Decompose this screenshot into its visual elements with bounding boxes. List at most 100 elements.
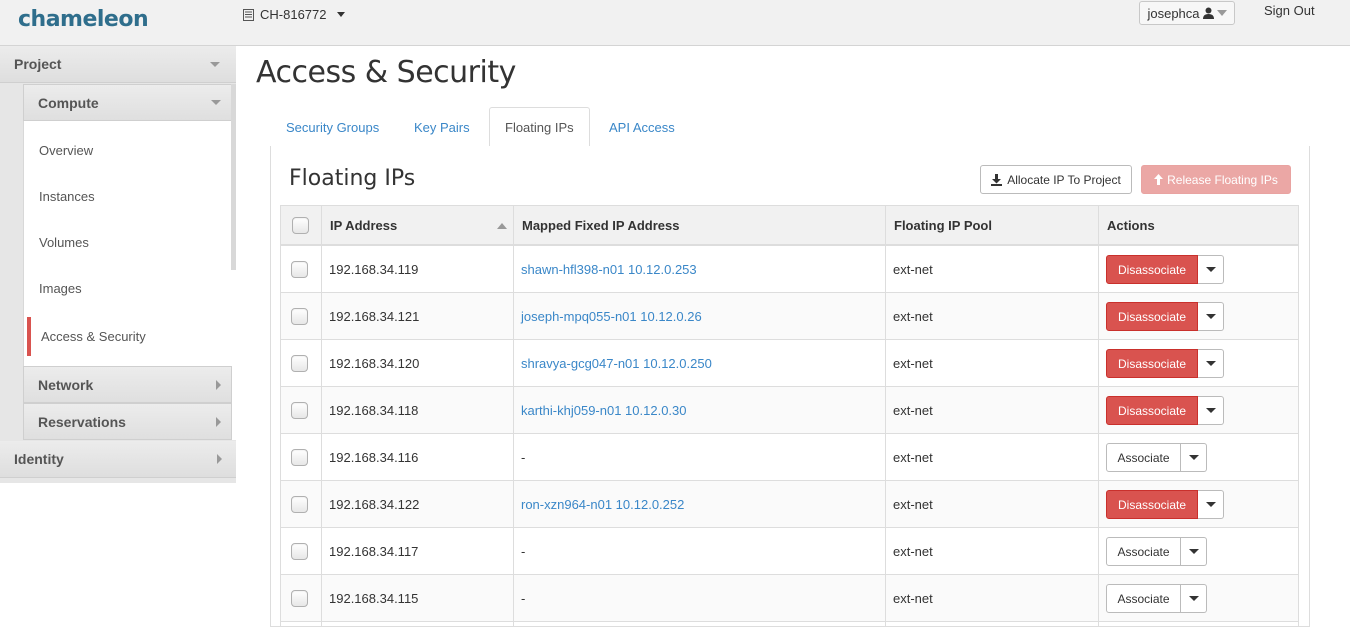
download-icon <box>991 173 1003 186</box>
mapped-fixed-ip: - <box>521 449 526 465</box>
chevron-down-icon <box>1205 361 1216 366</box>
chevron-down-icon <box>336 12 345 17</box>
mapped-fixed-ip-link[interactable]: joseph-mpq055-n01 10.12.0.26 <box>521 309 702 324</box>
sidebar-identity-header[interactable]: Identity <box>0 441 236 478</box>
sidebar-network-header[interactable]: Network <box>23 366 232 403</box>
mapped-fixed-ip-cell: shawn-hfl398-n01 10.12.0.253 <box>513 246 885 292</box>
disassociate-button[interactable]: Disassociate <box>1106 396 1198 425</box>
row-checkbox[interactable] <box>291 354 308 372</box>
row-checkbox[interactable] <box>291 495 308 513</box>
ip-address: 192.168.34.116 <box>329 449 419 465</box>
table-row: 192.168.34.118 karthi-khj059-n01 10.12.0… <box>280 387 1299 434</box>
sidebar-scrollbar[interactable] <box>231 84 236 270</box>
column-divider <box>1098 205 1099 627</box>
floating-ip-pool-cell: ext-net <box>885 340 1098 386</box>
table-row: 192.168.34.122 ron-xzn964-n01 10.12.0.25… <box>280 481 1299 528</box>
row-actions-dropdown[interactable] <box>1198 349 1224 378</box>
row-actions-dropdown[interactable] <box>1198 490 1224 519</box>
chevron-down-icon <box>1216 10 1227 16</box>
mapped-fixed-ip-link[interactable]: karthi-khj059-n01 10.12.0.30 <box>521 403 687 418</box>
floating-ip-pool: ext-net <box>893 543 933 559</box>
sidebar-reservations-label: Reservations <box>38 413 126 430</box>
chevron-down-icon <box>1205 267 1216 272</box>
mapped-fixed-ip-link[interactable]: ron-xzn964-n01 10.12.0.252 <box>521 497 684 512</box>
sidebar-item-access-security[interactable]: Access & Security <box>27 317 236 356</box>
tab-bar: Security Groups Key Pairs Floating IPs A… <box>270 107 1310 147</box>
ip-address: 192.168.34.119 <box>329 261 419 277</box>
associate-button[interactable]: Associate <box>1106 584 1181 613</box>
chameleon-logo[interactable]: chameleon <box>18 3 149 35</box>
column-divider <box>513 205 514 627</box>
disassociate-button[interactable]: Disassociate <box>1106 490 1198 519</box>
chevron-down-icon <box>1205 314 1216 319</box>
sidebar-item-images[interactable]: Images <box>39 281 82 296</box>
table-row: 192.168.34.117 - ext-net Associate <box>280 528 1299 575</box>
mapped-fixed-ip-link[interactable]: shawn-hfl398-n01 10.12.0.253 <box>521 262 697 277</box>
floating-ip-pool-cell: ext-net <box>885 293 1098 339</box>
mapped-fixed-ip: - <box>521 590 526 606</box>
floating-ip-pool: ext-net <box>893 402 933 418</box>
row-actions-dropdown[interactable] <box>1198 302 1224 331</box>
sign-out-link[interactable]: Sign Out <box>1264 3 1315 18</box>
row-select-cell <box>283 293 321 339</box>
select-all-cell <box>284 206 322 245</box>
project-switcher[interactable]: CH-816772 <box>243 7 345 22</box>
sidebar-item-label: Access & Security <box>41 329 146 344</box>
sidebar-item-instances[interactable]: Instances <box>39 189 95 204</box>
allocate-ip-button[interactable]: Allocate IP To Project <box>980 165 1132 194</box>
chevron-down-icon <box>1188 596 1199 601</box>
sidebar-compute-header[interactable]: Compute <box>23 84 232 121</box>
ip-address-cell: 192.168.34.120 <box>321 340 513 386</box>
row-actions-dropdown[interactable] <box>1181 443 1207 472</box>
sidebar-item-overview[interactable]: Overview <box>39 143 93 158</box>
panel-title: Floating IPs <box>289 166 416 191</box>
disassociate-button[interactable]: Disassociate <box>1106 302 1198 331</box>
row-checkbox[interactable] <box>291 589 308 607</box>
floating-ip-pool-cell: ext-net <box>885 528 1098 574</box>
tab-floating-ips[interactable]: Floating IPs <box>489 107 590 147</box>
tab-security-groups[interactable]: Security Groups <box>286 107 379 147</box>
select-all-checkbox[interactable] <box>292 217 309 234</box>
row-actions-dropdown[interactable] <box>1198 255 1224 284</box>
tab-key-pairs[interactable]: Key Pairs <box>414 107 470 147</box>
sidebar-project-header[interactable]: Project <box>0 46 236 83</box>
row-select-cell <box>283 528 321 574</box>
row-actions: Associate <box>1106 443 1207 472</box>
row-checkbox[interactable] <box>291 307 308 325</box>
mapped-fixed-ip-link[interactable]: shravya-gcg047-n01 10.12.0.250 <box>521 356 712 371</box>
row-checkbox[interactable] <box>291 260 308 278</box>
row-actions: Disassociate <box>1106 255 1224 284</box>
row-checkbox[interactable] <box>291 401 308 419</box>
sidebar-reservations-header[interactable]: Reservations <box>23 403 232 440</box>
release-floating-ips-button[interactable]: Release Floating IPs <box>1141 165 1291 194</box>
row-actions-dropdown[interactable] <box>1181 537 1207 566</box>
floating-ip-pool-cell: ext-net <box>885 575 1098 621</box>
row-actions: Associate <box>1106 584 1207 613</box>
ip-address: 192.168.34.122 <box>329 496 420 512</box>
arrow-up-icon <box>1154 174 1164 185</box>
mapped-fixed-ip: - <box>521 543 526 559</box>
sidebar-network-label: Network <box>38 376 94 393</box>
disassociate-button[interactable]: Disassociate <box>1106 349 1198 378</box>
row-actions-dropdown[interactable] <box>1181 584 1207 613</box>
user-menu-button[interactable]: josephca <box>1139 1 1235 25</box>
chevron-down-icon <box>210 62 220 67</box>
sidebar-item-volumes[interactable]: Volumes <box>39 235 89 250</box>
logo-wordmark: chameleon <box>18 6 149 32</box>
mapped-fixed-ip-cell: karthi-khj059-n01 10.12.0.30 <box>513 387 885 433</box>
associate-button[interactable]: Associate <box>1106 537 1181 566</box>
disassociate-button[interactable]: Disassociate <box>1106 255 1198 284</box>
row-checkbox[interactable] <box>291 542 308 560</box>
table-row: 192.168.34.119 shawn-hfl398-n01 10.12.0.… <box>280 246 1299 293</box>
header-ip-address[interactable]: IP Address <box>322 206 514 245</box>
row-actions: Disassociate <box>1106 396 1224 425</box>
row-actions-dropdown[interactable] <box>1198 396 1224 425</box>
tab-api-access[interactable]: API Access <box>609 107 675 147</box>
table-row: 192.168.34.121 joseph-mpq055-n01 10.12.0… <box>280 293 1299 340</box>
associate-button[interactable]: Associate <box>1106 443 1181 472</box>
row-checkbox[interactable] <box>291 448 308 466</box>
chevron-down-icon <box>1188 549 1199 554</box>
chevron-down-icon <box>211 100 221 105</box>
column-divider <box>885 205 886 627</box>
ip-address: 192.168.34.115 <box>329 590 419 606</box>
